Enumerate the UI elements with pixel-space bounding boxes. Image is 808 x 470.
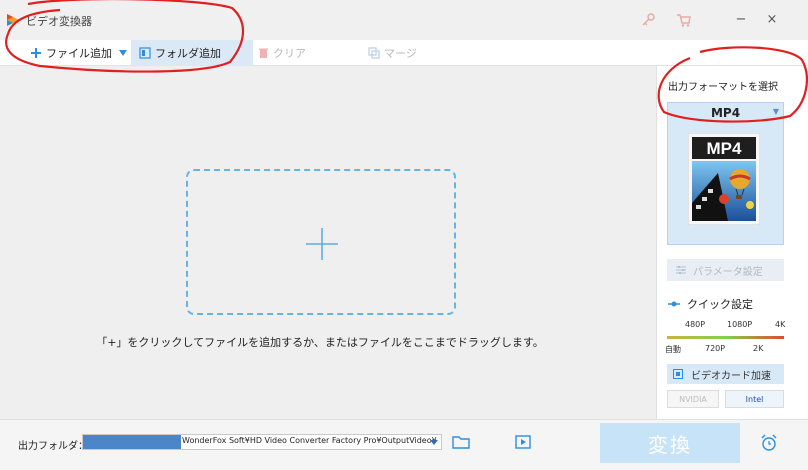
gpu-chip-icon <box>673 369 683 379</box>
drop-hint: 「+」をクリックしてファイルを追加するか、またはファイルをここまでドラッグします… <box>96 336 544 349</box>
drop-zone[interactable] <box>186 169 456 315</box>
merge-button[interactable]: マージ <box>368 40 417 66</box>
format-panel-title: 出力フォーマットを選択 <box>668 82 778 93</box>
toolbar: ファイル追加 フォルダ追加 クリア マージ <box>0 40 808 66</box>
clear-label: クリア <box>273 47 306 60</box>
add-folder-label: フォルダ追加 <box>155 47 221 60</box>
output-folder-path: WonderFox Soft¥HD Video Converter Factor… <box>182 436 437 445</box>
quality-tick-auto[interactable]: 自動 <box>665 344 681 355</box>
alarm-clock-icon[interactable] <box>760 434 778 452</box>
intel-badge[interactable]: Intel <box>725 390 784 408</box>
merge-icon <box>368 47 380 59</box>
mp4-icon-label: MP4 <box>707 139 743 158</box>
chevron-down-icon: ▼ <box>772 107 779 116</box>
mp4-file-icon: MP4 <box>688 133 760 225</box>
quality-tick-720p[interactable]: 720P <box>705 344 725 353</box>
quality-tick-2k[interactable]: 2K <box>753 344 763 353</box>
gpu-acceleration-label: ビデオカード加速 <box>691 370 771 382</box>
quality-slider[interactable] <box>667 336 784 339</box>
bottom-bar: 出力フォルダ： WonderFox Soft¥HD Video Converte… <box>0 419 808 470</box>
chevron-down-icon <box>119 50 127 56</box>
slider-icon <box>667 300 681 308</box>
title-bar: ビデオ変換器 − × <box>0 0 808 40</box>
format-panel: 出力フォーマットを選択 MP4 ▼ MP4 パラメータ設定 クイック設定 480… <box>656 66 808 419</box>
sliders-icon <box>675 265 687 275</box>
add-folder-button[interactable]: フォルダ追加 <box>131 40 253 66</box>
convert-button[interactable]: 変換 <box>600 423 740 463</box>
format-selector[interactable]: MP4 ▼ MP4 <box>667 102 784 245</box>
cart-icon[interactable] <box>676 12 692 28</box>
merge-label: マージ <box>384 47 417 60</box>
chevron-down-icon[interactable] <box>429 437 439 447</box>
folder-icon[interactable] <box>452 434 470 450</box>
quality-tick-1080p[interactable]: 1080P <box>727 320 752 329</box>
app-title: ビデオ変換器 <box>26 15 92 28</box>
add-file-dropdown[interactable] <box>118 40 128 66</box>
quick-settings-title: クイック設定 <box>667 296 753 312</box>
output-folder-field[interactable]: WonderFox Soft¥HD Video Converter Factor… <box>82 434 442 450</box>
add-file-button[interactable]: ファイル追加 <box>30 40 112 66</box>
folder-video-icon <box>139 47 151 59</box>
parameter-settings-label: パラメータ設定 <box>693 266 763 278</box>
app-logo-icon <box>7 14 19 26</box>
video-folder-icon[interactable] <box>514 434 532 450</box>
nvidia-badge[interactable]: NVIDIA <box>667 390 719 408</box>
key-icon[interactable] <box>640 12 656 28</box>
selected-format: MP4 <box>710 106 741 120</box>
quality-tick-480p[interactable]: 480P <box>685 320 705 329</box>
add-plus-icon[interactable] <box>305 227 339 261</box>
add-file-label: ファイル追加 <box>46 47 112 60</box>
quality-tick-4k[interactable]: 4K <box>775 320 785 329</box>
plus-icon <box>30 47 42 59</box>
clear-button[interactable]: クリア <box>258 40 306 66</box>
file-list-area[interactable]: 「+」をクリックしてファイルを追加するか、またはファイルをここまでドラッグします… <box>0 66 656 419</box>
parameter-settings-button[interactable]: パラメータ設定 <box>667 259 784 281</box>
close-button[interactable]: × <box>762 10 782 30</box>
path-selection-highlight <box>83 435 181 449</box>
quick-settings-label: クイック設定 <box>687 298 753 311</box>
gpu-acceleration-toggle[interactable]: ビデオカード加速 <box>667 364 784 384</box>
trash-icon <box>258 47 269 59</box>
output-folder-label: 出力フォルダ： <box>18 441 88 452</box>
minimize-button[interactable]: − <box>731 10 751 30</box>
